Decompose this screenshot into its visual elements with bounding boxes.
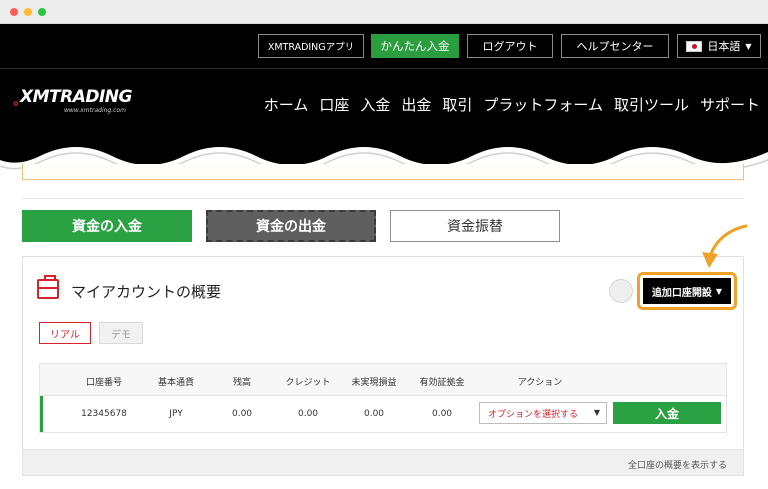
main-nav: ホーム 口座 入金 出金 取引 プラットフォーム 取引ツール サポート [264, 94, 760, 115]
nav-deposit[interactable]: 入金 [360, 94, 390, 115]
pointer-arrow-icon [702, 224, 748, 268]
account-type-demo[interactable]: デモ [99, 322, 143, 344]
xmtrading-logo[interactable]: ˳XMTRADING www.xmtrading.com [12, 87, 133, 114]
logo-brand: XMTRADING [20, 87, 133, 107]
action-select[interactable]: オプションを選択する ▼ [479, 402, 607, 424]
chevron-down-icon: ▼ [593, 408, 600, 417]
nav-platforms[interactable]: プラットフォーム [483, 94, 603, 115]
add-account-label: 追加口座開設 [651, 287, 712, 299]
tab-withdraw[interactable]: 資金の出金 [206, 210, 376, 242]
nav-trading[interactable]: 取引 [442, 94, 472, 115]
table-header: 口座番号 基本通貨 残高 クレジット 未実現損益 有効証拠金 アクション [40, 364, 726, 396]
header-divider [0, 68, 768, 69]
add-account-button[interactable]: 追加口座開設 ▼ [643, 278, 731, 304]
account-type-real[interactable]: リアル [39, 322, 91, 344]
accounts-table: 口座番号 基本通貨 残高 クレジット 未実現損益 有効証拠金 アクション 123… [39, 363, 727, 433]
col-account-no: 口座番号 [85, 378, 123, 388]
help-center-button[interactable]: ヘルプセンター [561, 34, 669, 58]
language-selector[interactable]: 日本語 ▼ [677, 34, 761, 58]
nav-accounts[interactable]: 口座 [319, 94, 349, 115]
col-unrealized-pl: 未実現損益 [351, 378, 397, 388]
chevron-down-icon: ▼ [715, 286, 723, 296]
cell-account-no: 12345678 [81, 409, 127, 419]
col-credit: クレジット [285, 378, 331, 388]
close-window-dot[interactable] [10, 8, 18, 16]
col-action: アクション [517, 378, 563, 388]
add-account-highlight: 追加口座開設 ▼ [637, 272, 737, 310]
easy-deposit-button[interactable]: かんたん入金 [371, 34, 459, 58]
window-titlebar [0, 0, 768, 24]
notice-strip [22, 164, 744, 180]
cell-equity: 0.00 [431, 409, 453, 419]
minimize-window-dot[interactable] [24, 8, 32, 16]
maximize-window-dot[interactable] [38, 8, 46, 16]
tab-deposit[interactable]: 資金の入金 [22, 210, 192, 242]
nav-support[interactable]: サポート [700, 94, 760, 115]
chevron-down-icon: ▼ [745, 41, 752, 51]
language-label: 日本語 [707, 40, 741, 53]
account-overview-panel: マイアカウントの概要 追加口座開設 ▼ リアル デモ 口座番号 基本通貨 残高 … [22, 256, 744, 476]
panel-footer: 全口座の概要を表示する [23, 449, 743, 475]
panel-title: マイアカウントの概要 [71, 283, 222, 301]
cell-balance: 0.00 [231, 409, 253, 419]
cell-unrealized: 0.00 [363, 409, 385, 419]
action-select-value: オプションを選択する [488, 409, 579, 420]
briefcase-icon [37, 275, 59, 299]
logo-url: www.xmtrading.com [64, 107, 126, 114]
nav-trading-tools[interactable]: 取引ツール [614, 94, 689, 115]
nav-withdraw[interactable]: 出金 [401, 94, 431, 115]
logout-button[interactable]: ログアウト [467, 34, 553, 58]
col-equity: 有効証拠金 [419, 378, 465, 388]
apps-button[interactable]: XMTRADINGアプリ [258, 34, 364, 58]
col-base-currency: 基本通貨 [157, 378, 195, 388]
japan-flag-icon [686, 40, 703, 52]
cell-currency: JPY [169, 409, 183, 419]
nav-home[interactable]: ホーム [264, 94, 309, 115]
cell-credit: 0.00 [297, 409, 319, 419]
table-row: 12345678 JPY 0.00 0.00 0.00 0.00 オプションを選… [40, 396, 726, 432]
refresh-circle-icon[interactable] [609, 279, 633, 303]
row-deposit-button[interactable]: 入金 [613, 402, 721, 424]
show-all-accounts-link[interactable]: 全口座の概要を表示する [628, 458, 727, 471]
tab-transfer[interactable]: 資金振替 [390, 210, 560, 242]
col-balance: 残高 [232, 378, 252, 388]
section-divider [22, 198, 744, 199]
site-header: XMTRADINGアプリ かんたん入金 ログアウト ヘルプセンター 日本語 ▼ … [0, 24, 768, 135]
